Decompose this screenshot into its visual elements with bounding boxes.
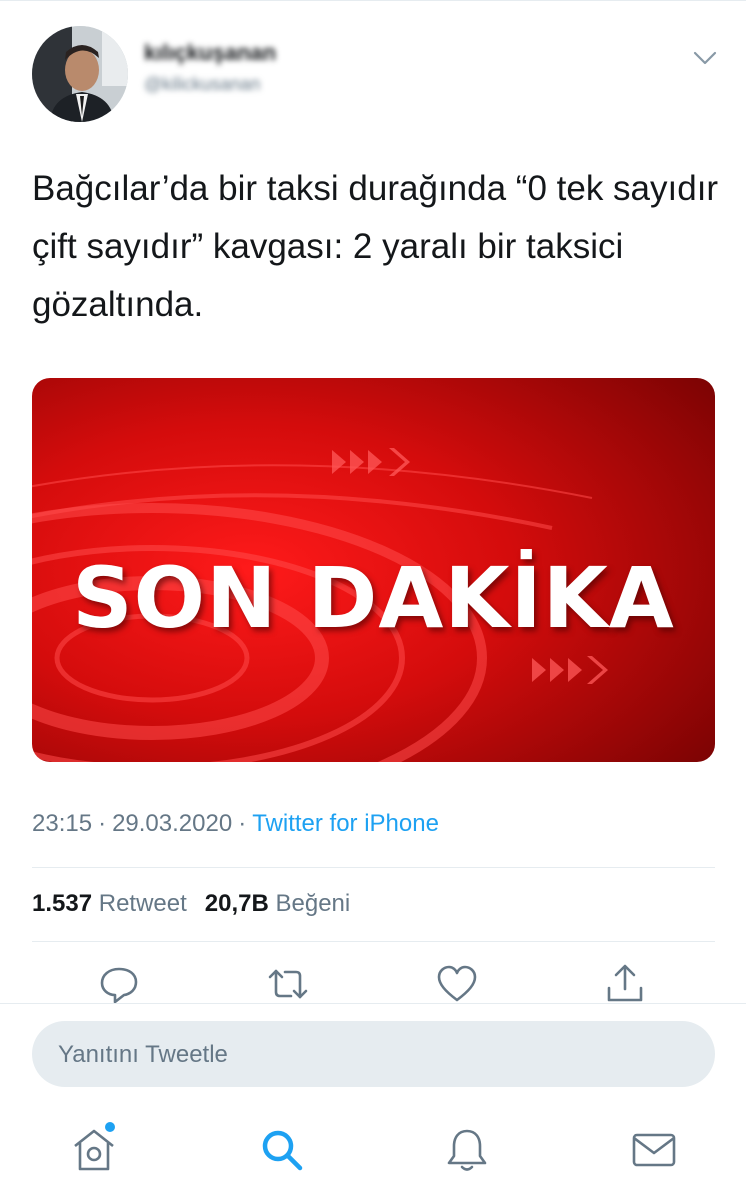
like-count[interactable]: 20,7B (205, 890, 269, 917)
tweet-time: 23:15 (32, 810, 93, 837)
media-headline: SON DAKİKA (72, 549, 675, 647)
meta-separator: · (238, 810, 247, 837)
display-name: kılıçkuşanan (144, 40, 277, 65)
home-icon[interactable] (70, 1126, 118, 1174)
divider (32, 867, 715, 868)
meta-separator: · (98, 810, 107, 837)
reply-input[interactable]: Yanıtını Tweetle (32, 1021, 715, 1087)
like-icon[interactable] (435, 962, 479, 1006)
home-notification-dot (105, 1122, 115, 1132)
avatar[interactable] (32, 26, 128, 122)
retweet-label[interactable]: Retweet (99, 890, 187, 917)
tweet-meta: 23:15 · 29.03.2020 · Twitter for iPhone (32, 810, 439, 838)
tweet-source-link[interactable]: Twitter for iPhone (252, 810, 439, 837)
messages-icon[interactable] (630, 1126, 678, 1174)
tweet-date: 29.03.2020 (112, 810, 233, 837)
top-divider (0, 0, 746, 1)
chevron-down-icon[interactable] (690, 46, 720, 70)
reply-icon[interactable] (97, 962, 141, 1006)
tweet-stats: 1.537 Retweet 20,7B Beğeni (32, 890, 350, 918)
username: @kilickusanan (144, 74, 261, 94)
like-label[interactable]: Beğeni (276, 890, 351, 917)
search-icon[interactable] (258, 1126, 306, 1174)
tweet-text: Bağcılar’da bir taksi durağında “0 tek s… (32, 169, 719, 324)
share-icon[interactable] (603, 962, 647, 1006)
tweet-media[interactable]: SON DAKİKA (32, 378, 715, 762)
author-names[interactable]: kılıçkuşanan @kilickusanan (144, 40, 276, 95)
reply-bar-divider (0, 1003, 746, 1004)
reply-placeholder: Yanıtını Tweetle (58, 1041, 228, 1068)
retweet-count[interactable]: 1.537 (32, 890, 92, 917)
notifications-icon[interactable] (443, 1126, 491, 1174)
retweet-icon[interactable] (266, 962, 310, 1006)
divider (32, 941, 715, 942)
avatar-photo (32, 26, 128, 122)
